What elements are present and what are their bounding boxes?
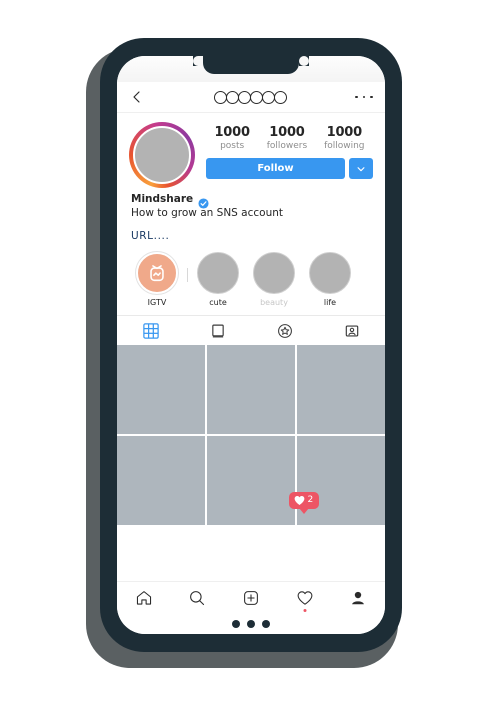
display-name-row: Mindshare [131,193,371,209]
post-cell[interactable] [296,435,385,525]
indicator-dot [232,620,240,628]
stat-following[interactable]: 1000 following [324,125,364,152]
dot [362,95,366,99]
chevron-left-icon[interactable] [129,89,145,105]
bio-text: How to grow an SNS account [131,207,284,219]
post-grid: 2 [117,345,385,525]
phone-notch [203,56,299,74]
avatar[interactable] [133,126,191,184]
bio-url-link[interactable]: URL.... [131,230,371,242]
nav-profile[interactable] [331,582,385,614]
highlight-label: IGTV [147,298,167,307]
follow-dropdown-button[interactable] [349,158,373,179]
nav-activity[interactable] [278,582,332,614]
nav-icon-row [117,582,385,614]
home-indicator [117,614,385,634]
stat-followers-value: 1000 [269,125,305,140]
highlight-circle [136,252,178,294]
like-count: 2 [307,495,314,505]
heart-icon [297,591,312,605]
chevron-down-icon [357,166,365,171]
nav-home[interactable] [117,582,171,614]
activity-badge-dot [303,609,307,612]
tab-starred[interactable] [251,316,318,345]
follow-button[interactable]: Follow [206,158,345,179]
stat-followers[interactable]: 1000 followers [267,125,307,152]
post-cell[interactable] [296,345,385,434]
stat-following-value: 1000 [326,125,363,140]
highlight-circle [309,252,351,294]
dot [370,95,373,99]
app-header [117,82,385,113]
highlight-label: life [323,298,337,307]
highlight-circle [253,252,295,294]
post-cell[interactable] [117,435,206,525]
profile-action-row: Follow [206,158,373,179]
notch-corner-left [193,56,203,66]
reels-card-icon [211,324,224,337]
display-name: Mindshare [131,193,194,205]
dot [355,95,358,99]
username-placeholder [145,90,355,104]
avatar-story-ring[interactable] [129,122,195,188]
indicator-dot [262,620,270,628]
post-cell[interactable] [206,435,296,525]
bottom-navigation-bar [117,581,385,634]
highlight-life[interactable]: life [304,252,356,307]
placeholder-circle [274,90,287,104]
home-icon [136,591,151,605]
add-square-icon [244,591,258,605]
tab-grid[interactable] [117,316,184,345]
more-horizontal-icon[interactable] [355,95,373,99]
star-circle-icon [277,323,292,338]
nav-search[interactable] [171,582,225,614]
highlight-igtv[interactable]: IGTV [131,252,183,307]
highlights-row: IGTV cute beauty life [117,242,385,315]
igtv-icon [150,265,164,282]
phone-screen: 1000 posts 1000 followers 1000 following… [117,56,385,634]
profile-tab-bar [117,315,385,345]
highlight-label: cute [209,298,227,307]
highlight-label: beauty [260,298,288,307]
profile-stats-actions: 1000 posts 1000 followers 1000 following… [195,122,373,188]
heart-filled-icon [294,495,304,505]
post-cell[interactable] [206,345,296,434]
bio-block: Mindshare How to grow an SNS account URL… [117,188,385,242]
tab-tagged[interactable] [318,316,385,345]
grid-icon [142,322,159,339]
stat-posts-value: 1000 [214,125,250,140]
stat-posts[interactable]: 1000 posts [214,125,250,152]
nav-add[interactable] [224,582,278,614]
tab-reels[interactable] [184,316,251,345]
stat-followers-label: followers [266,141,308,151]
notch-corner-right [299,56,309,66]
tagged-person-icon [345,324,358,337]
like-notification-bubble[interactable]: 2 [288,491,320,509]
search-icon [190,591,205,606]
highlight-divider [187,267,188,282]
highlight-beauty[interactable]: beauty [248,252,300,307]
post-cell[interactable] [117,345,206,434]
verified-badge-icon [198,194,209,209]
profile-person-icon [352,591,365,605]
profile-header: 1000 posts 1000 followers 1000 following… [117,113,385,188]
highlight-circle [197,252,239,294]
stats-row: 1000 posts 1000 followers 1000 following [206,122,373,152]
stat-posts-label: posts [220,141,245,151]
stat-following-label: following [324,141,365,151]
indicator-dot [247,620,255,628]
highlight-cute[interactable]: cute [192,252,244,307]
